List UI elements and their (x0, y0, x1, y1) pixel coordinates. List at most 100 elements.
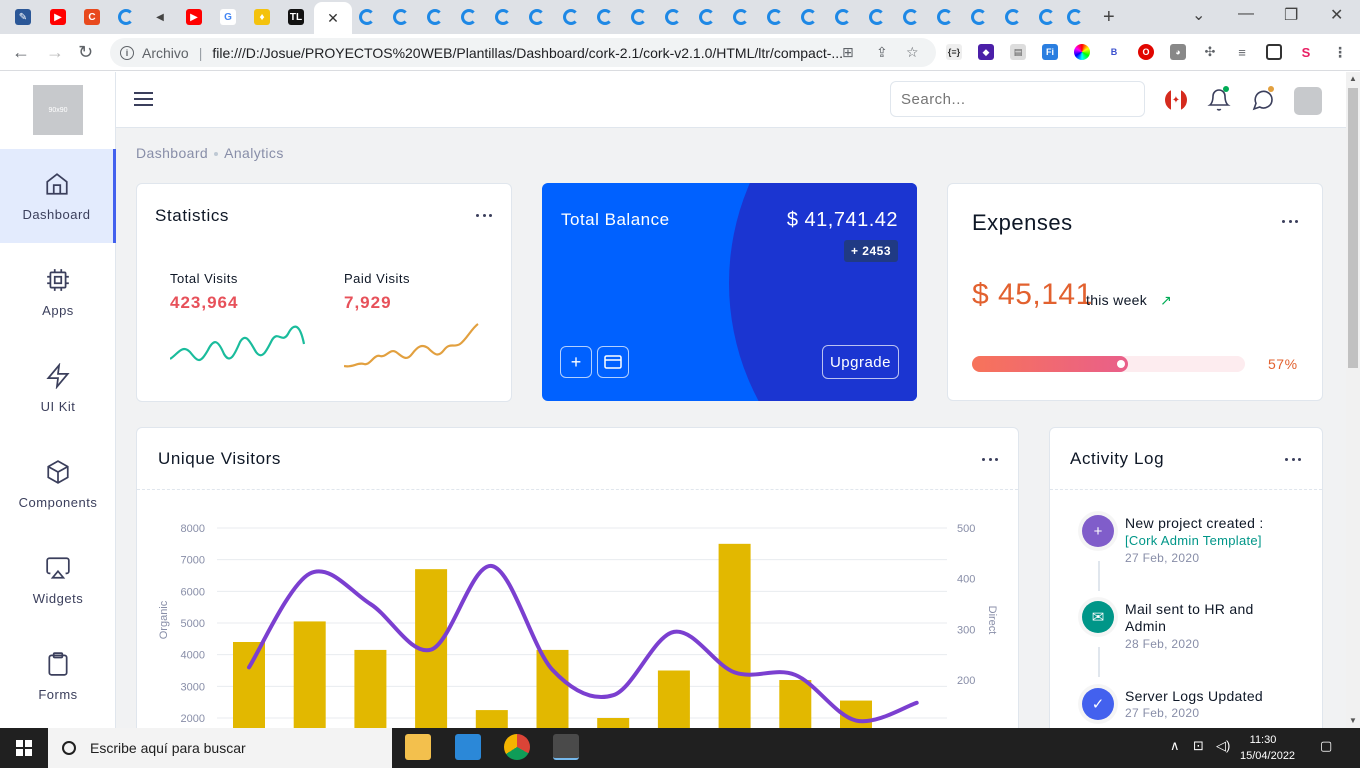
tab-youtube-2[interactable]: ▶ (179, 5, 209, 29)
tab-cork-16[interactable] (828, 5, 858, 29)
media-list-icon[interactable]: ≡ (1234, 44, 1250, 60)
tab-cork-22[interactable] (1032, 5, 1062, 29)
tab-cork-18[interactable] (896, 5, 926, 29)
minimize-icon[interactable]: — (1238, 5, 1254, 23)
reload-icon[interactable]: ↻ (78, 42, 93, 63)
info-icon[interactable]: i (120, 45, 134, 60)
fi-extension-icon[interactable]: Fi (1042, 44, 1058, 60)
tab-cork-11[interactable] (658, 5, 688, 29)
menu-kebab-icon[interactable]: ⋮ (1332, 44, 1348, 60)
tab-cork-14[interactable] (760, 5, 790, 29)
tab-cork-13[interactable] (726, 5, 756, 29)
logo[interactable]: 90x90 (33, 85, 83, 135)
upgrade-button[interactable]: Upgrade (821, 345, 899, 379)
translate-icon[interactable]: ⊞ (842, 44, 854, 61)
tab-youtube[interactable]: ▶ (43, 5, 73, 29)
puzzle-icon[interactable]: ✣ (1202, 44, 1218, 60)
tab-cork-8[interactable] (556, 5, 586, 29)
close-window-icon[interactable]: ✕ (1330, 5, 1343, 25)
tab-cork-6[interactable] (488, 5, 518, 29)
sidebar-item-ui-kit[interactable]: UI Kit (0, 341, 116, 435)
tab-cork-12[interactable] (692, 5, 722, 29)
tab-cork-19[interactable] (930, 5, 960, 29)
share-icon[interactable]: ⇪ (876, 44, 888, 61)
chrome-icon[interactable] (504, 734, 530, 760)
s-extension-icon[interactable]: S (1298, 44, 1314, 60)
taskbar-search[interactable]: Escribe aquí para buscar (48, 728, 392, 768)
y-left-tick-label: 8000 (181, 523, 205, 535)
bookmark-star-icon[interactable]: ☆ (906, 44, 919, 61)
search-input[interactable] (890, 81, 1145, 117)
app-taskbar-icon[interactable] (553, 734, 579, 760)
tab-cork-15[interactable] (794, 5, 824, 29)
add-button[interactable]: + (560, 346, 592, 378)
sidebar-item-widgets[interactable]: Widgets (0, 533, 116, 627)
speaker-icon: ◀ (156, 11, 164, 23)
tab-cork-7[interactable] (522, 5, 552, 29)
tab-search-icon[interactable]: ⌄ (1192, 5, 1205, 25)
page-scrollbar[interactable]: ▲ ▼ (1346, 72, 1360, 728)
address-bar[interactable]: i Archivo | file:///D:/Josue/PROYECTOS%2… (110, 38, 936, 67)
scroll-down-icon[interactable]: ▼ (1349, 716, 1357, 725)
tab-cork[interactable] (111, 5, 141, 29)
sidebar-item-dashboard[interactable]: Dashboard (0, 149, 116, 243)
tab-cork-20[interactable] (964, 5, 994, 29)
document-extension-icon[interactable]: ▤ (1010, 44, 1026, 60)
cat-extension-icon[interactable]: ◕ (1170, 44, 1186, 60)
b-extension-icon[interactable]: B (1106, 44, 1122, 60)
cork-icon (937, 9, 953, 25)
tab-cork-17[interactable] (862, 5, 892, 29)
tab-edit[interactable]: ✎ (8, 5, 38, 29)
tab-cork-21[interactable] (998, 5, 1028, 29)
card-button[interactable] (597, 346, 629, 378)
more-options-icon[interactable] (982, 458, 998, 462)
sidepanel-icon[interactable] (1266, 44, 1282, 60)
tab-google[interactable]: G (213, 5, 243, 29)
tab-cork-3[interactable] (386, 5, 416, 29)
address-url[interactable]: file:///D:/Josue/PROYECTOS%20WEB/Plantil… (212, 45, 842, 61)
language-flag-icon[interactable]: ✦ (1165, 89, 1187, 111)
restore-icon[interactable]: ❐ (1284, 5, 1298, 25)
scroll-up-icon[interactable]: ▲ (1349, 74, 1357, 83)
tab-tl[interactable]: TL (281, 5, 311, 29)
windows-start-icon[interactable] (16, 740, 32, 756)
tab-cork-4[interactable] (420, 5, 450, 29)
close-tab-icon[interactable]: ✕ (327, 10, 339, 27)
tab-idea[interactable]: ♦ (247, 5, 277, 29)
extension-icon[interactable]: ◆ (978, 44, 994, 60)
chevron-up-icon[interactable]: ∧ (1170, 738, 1180, 754)
scrollbar-thumb[interactable] (1348, 88, 1358, 368)
notification-center-icon[interactable]: ▢ (1320, 738, 1332, 754)
tab-audio[interactable]: ◀ (145, 5, 175, 29)
file-explorer-icon[interactable] (405, 734, 431, 760)
menu-toggle-icon[interactable] (134, 92, 153, 106)
tab-cork-9[interactable] (590, 5, 620, 29)
avatar[interactable] (1294, 87, 1322, 115)
more-options-icon[interactable] (476, 214, 492, 218)
tab-cork-2[interactable] (352, 5, 382, 29)
tab-active[interactable]: ✕ (314, 2, 352, 34)
system-clock[interactable]: 11:30 15/04/2022 (1240, 732, 1296, 764)
color-picker-extension-icon[interactable] (1074, 44, 1090, 60)
sidebar-item-forms[interactable]: Forms (0, 629, 116, 723)
sidebar-item-apps[interactable]: Apps (0, 245, 116, 339)
tl-icon: TL (288, 9, 304, 25)
breadcrumb-parent[interactable]: Dashboard (136, 145, 208, 161)
forward-icon[interactable]: → (46, 42, 64, 63)
tab-c[interactable]: C (77, 5, 107, 29)
sidebar-item-components[interactable]: Components (0, 437, 116, 531)
tab-cork-23[interactable] (1060, 5, 1090, 29)
activity-link[interactable]: [Cork Admin Template] (1125, 533, 1262, 548)
control-panel-icon[interactable] (455, 734, 481, 760)
tab-cork-5[interactable] (454, 5, 484, 29)
clock-date: 15/04/2022 (1240, 750, 1296, 762)
more-options-icon[interactable] (1282, 220, 1298, 224)
opera-extension-icon[interactable]: O (1138, 44, 1154, 60)
more-options-icon[interactable] (1285, 458, 1301, 462)
network-icon[interactable]: ⊡ (1193, 738, 1204, 754)
back-icon[interactable]: ← (12, 42, 30, 63)
new-tab-icon[interactable]: + (1103, 6, 1115, 29)
tab-cork-10[interactable] (624, 5, 654, 29)
volume-icon[interactable]: ◁) (1216, 738, 1230, 754)
json-extension-icon[interactable]: {≡} (946, 44, 962, 60)
